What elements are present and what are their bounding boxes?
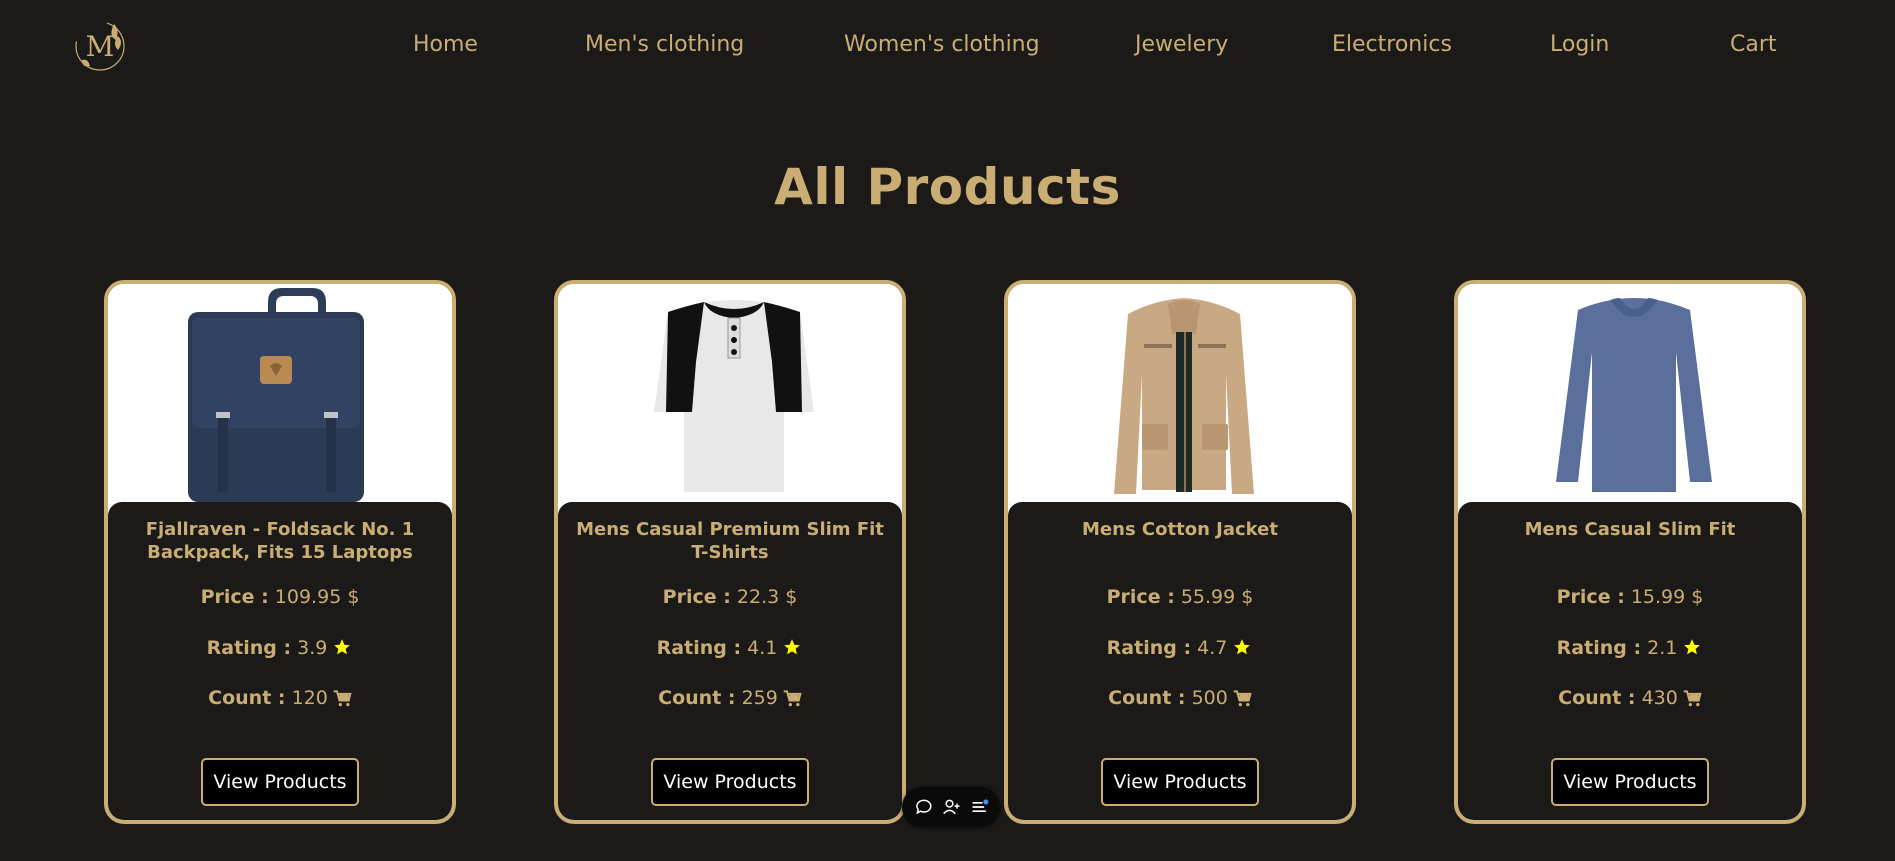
product-rating: Rating : 4.1: [558, 636, 902, 659]
product-title: Mens Casual Premium Slim Fit T-Shirts: [576, 519, 884, 563]
product-price: Price : 109.95 $: [200, 586, 360, 608]
product-price: Price : 15.99 $: [1556, 586, 1704, 608]
product-title: Mens Casual Slim Fit: [1524, 519, 1736, 540]
product-image-backpack: [108, 284, 452, 502]
nav-login-link[interactable]: Login: [1550, 32, 1609, 57]
product-image-jacket: [1008, 284, 1352, 502]
product-info: Fjallraven - Foldsack No. 1 Backpack, Fi…: [108, 502, 452, 820]
product-count: Count : 500: [1008, 687, 1352, 709]
nav-mens-clothing-link[interactable]: Men's clothing: [585, 32, 744, 57]
product-count: Count : 430: [1458, 687, 1802, 709]
floating-toolbar: [902, 787, 1000, 827]
menu-icon[interactable]: [970, 797, 990, 817]
product-info: Mens Cotton Jacket Price : 55.99 $ Ratin…: [1008, 502, 1352, 820]
product-count: Count : 259: [558, 687, 902, 709]
product-image-raglan-tshirt: [558, 284, 902, 502]
cart-icon: [783, 690, 802, 707]
product-title: Mens Cotton Jacket: [1082, 519, 1278, 540]
chat-icon[interactable]: [914, 797, 934, 817]
product-title: Fjallraven - Foldsack No. 1 Backpack, Fi…: [145, 519, 415, 563]
product-price: Price : 55.99 $: [1106, 586, 1254, 608]
nav-links: Home Men's clothing Women's clothing Jew…: [0, 28, 1895, 68]
nav-home-link[interactable]: Home: [413, 32, 478, 57]
product-info: Mens Casual Premium Slim Fit T-Shirts Pr…: [558, 502, 902, 820]
nav-womens-clothing-link[interactable]: Women's clothing: [844, 32, 1040, 57]
page-title: All Products: [774, 158, 1121, 216]
add-user-icon[interactable]: [942, 797, 962, 817]
cart-icon: [333, 690, 352, 707]
product-card: Mens Cotton Jacket Price : 55.99 $ Ratin…: [1004, 280, 1356, 824]
view-products-button[interactable]: View Products: [201, 758, 359, 806]
nav-electronics-link[interactable]: Electronics: [1332, 32, 1452, 57]
star-icon: [331, 636, 353, 657]
product-count: Count : 120: [108, 687, 452, 709]
view-products-button[interactable]: View Products: [651, 758, 809, 806]
product-rating: Rating : 3.9: [108, 636, 452, 659]
product-card: Mens Casual Premium Slim Fit T-Shirts Pr…: [554, 280, 906, 824]
cart-icon: [1233, 690, 1252, 707]
star-icon: [781, 636, 803, 657]
star-icon: [1681, 636, 1703, 657]
view-products-button[interactable]: View Products: [1551, 758, 1709, 806]
product-rating: Rating : 4.7: [1008, 636, 1352, 659]
product-info: Mens Casual Slim Fit Price : 15.99 $ Rat…: [1458, 502, 1802, 820]
navbar: M Home Men's clothing Women's clothing J…: [0, 0, 1895, 92]
nav-cart-link[interactable]: Cart: [1730, 32, 1777, 57]
nav-jewelery-link[interactable]: Jewelery: [1135, 32, 1228, 57]
star-icon: [1231, 636, 1253, 657]
product-rating: Rating : 2.1: [1458, 636, 1802, 659]
view-products-button[interactable]: View Products: [1101, 758, 1259, 806]
product-price: Price : 22.3 $: [662, 586, 798, 608]
product-image-longsleeve-shirt: [1458, 284, 1802, 502]
product-card: Mens Casual Slim Fit Price : 15.99 $ Rat…: [1454, 280, 1806, 824]
cart-icon: [1683, 690, 1702, 707]
product-card: Fjallraven - Foldsack No. 1 Backpack, Fi…: [104, 280, 456, 824]
